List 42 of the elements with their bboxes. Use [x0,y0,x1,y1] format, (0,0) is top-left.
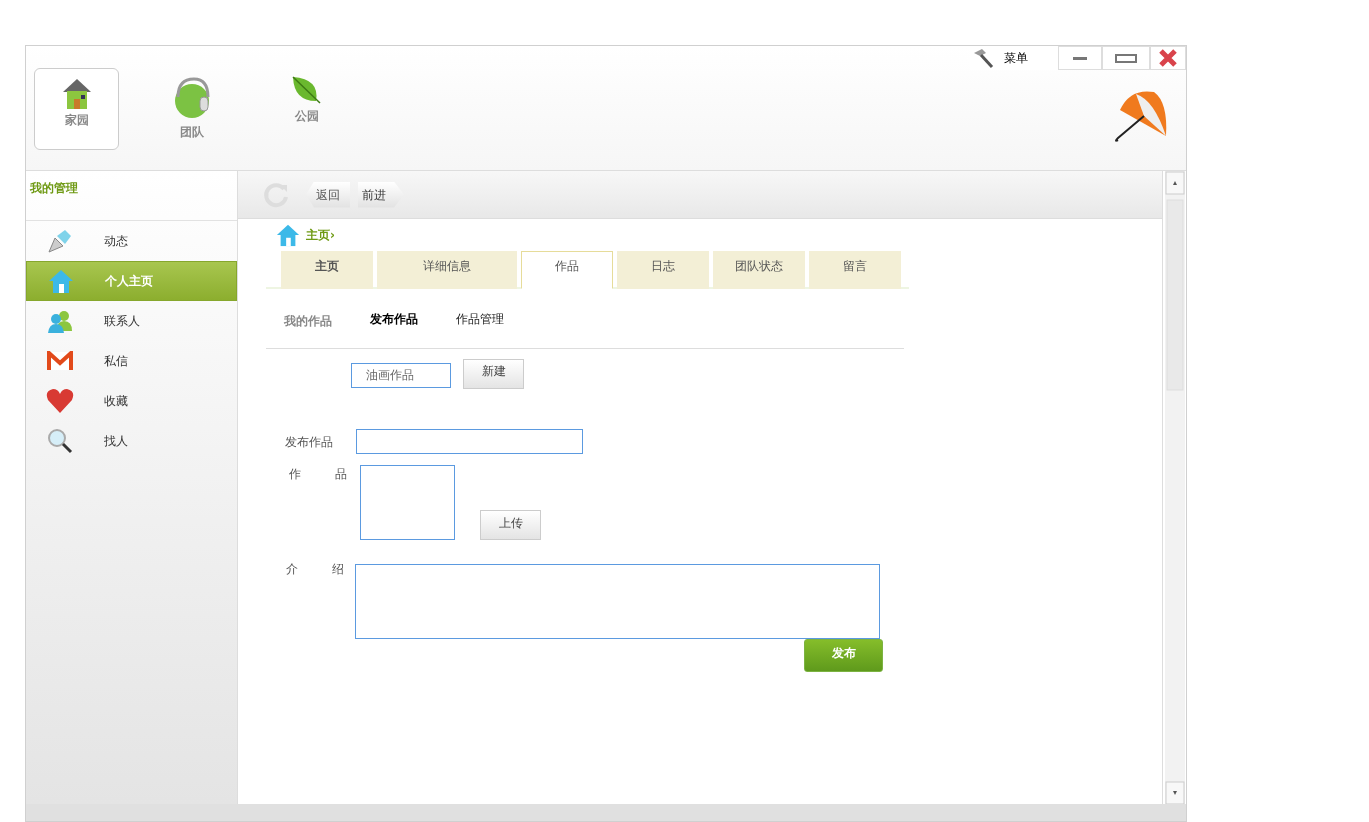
home-icon [48,268,74,294]
heart-icon [46,388,74,414]
tab[interactable]: 留言 [809,251,901,289]
intro-field[interactable] [355,564,880,639]
close-button[interactable] [1150,46,1186,70]
sidebar-title: 我的管理 [26,171,237,221]
mail-icon [47,351,73,371]
subnav-link[interactable]: 作品管理 [456,309,504,328]
field-label: 发布作品 [285,433,334,451]
scrollbar[interactable] [1165,171,1185,805]
sidebar-item[interactable]: 动态 [26,221,237,261]
tab[interactable]: 主页 [281,251,373,289]
minimize-button[interactable] [1058,46,1102,70]
nav-item[interactable]: 家园 [34,68,119,150]
nav-item[interactable]: 公园 [264,68,349,150]
magnifier-icon [47,428,73,454]
minimize-icon [1073,56,1087,60]
tab[interactable]: 日志 [617,251,709,289]
sidebar-item[interactable]: 收藏 [26,381,237,421]
subnav-label: 我的作品 [284,312,332,330]
forward-button[interactable]: 前进 [358,181,404,208]
maximize-button[interactable] [1102,46,1150,70]
sidebar-item[interactable]: 找人 [26,421,237,461]
tab[interactable]: 作品 [521,251,613,289]
category-field[interactable]: 油画作品 [351,363,451,388]
upload-button[interactable]: 上传 [480,510,541,540]
subnav-link[interactable]: 发布作品 [370,309,418,328]
close-icon [1158,48,1178,68]
nav-item[interactable]: 团队 [149,68,234,150]
maximize-icon [1115,53,1137,63]
sidebar-item[interactable]: 私信 [26,341,237,381]
pen-nib-icon [47,228,73,254]
tab[interactable]: 团队状态 [713,251,805,289]
sidebar-item[interactable]: 联系人 [26,301,237,341]
home-icon [276,223,300,247]
back-button[interactable]: 返回 [306,181,350,208]
tab[interactable]: 详细信息 [377,251,517,289]
contacts-icon [47,309,73,333]
field-label: 作 品 [289,466,347,483]
field-label: 介 绍 [286,561,344,578]
new-button[interactable]: 新建 [463,359,524,389]
title-field[interactable] [356,429,583,454]
